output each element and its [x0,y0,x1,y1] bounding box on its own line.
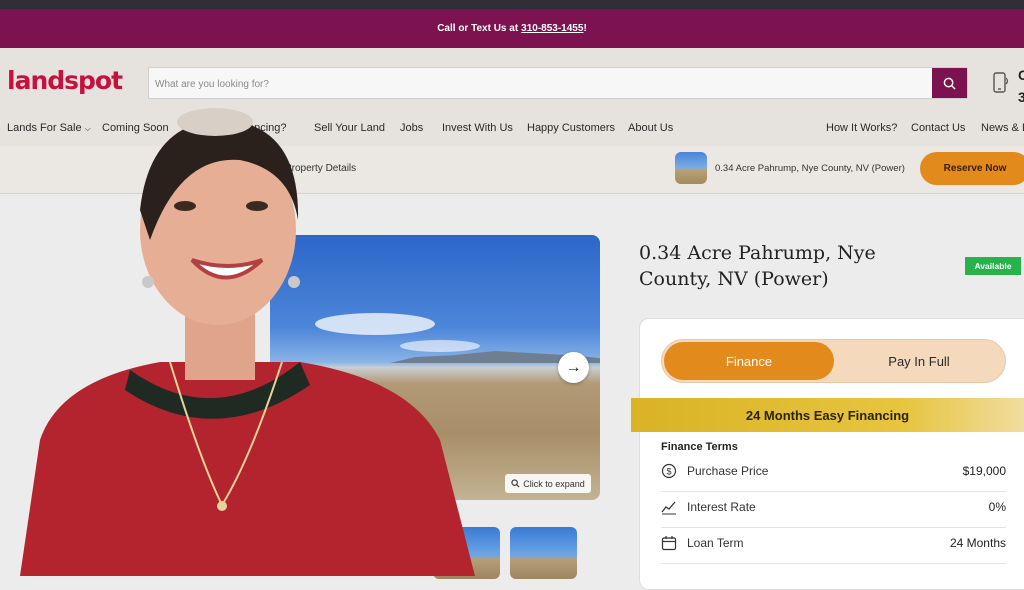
term-label: Purchase Price [687,464,769,478]
tab-finance[interactable]: Finance [664,342,834,380]
nav-contact-us[interactable]: Contact Us [911,122,965,134]
phone-icon[interactable] [992,72,1010,94]
promo-text: Call or Text Us at [437,23,519,34]
browser-top-strip [0,0,1024,9]
calendar-icon [661,536,677,551]
header-contact-top: C [1018,67,1024,83]
property-short-title: 0.34 Acre Pahrump, Nye County, NV (Power… [715,163,905,174]
term-label: Interest Rate [687,500,756,514]
nav-news[interactable]: News & B [981,122,1024,134]
term-value: $19,000 [962,464,1006,478]
click-to-expand-button[interactable]: Click to expand [505,474,591,493]
zoom-icon [511,479,520,488]
reserve-now-button[interactable]: Reserve Now [920,152,1024,185]
nav-about-us[interactable]: About Us [628,122,673,134]
dollar-icon: $ [661,463,677,479]
property-title: 0.34 Acre Pahrump, Nye County, NV (Power… [639,242,876,290]
search-icon [943,77,956,90]
header-contact-bottom: 3 [1018,89,1024,105]
expand-label: Click to expand [523,478,585,489]
promo-phone-link[interactable]: 310-853-1455 [521,23,583,34]
status-badge: Available [965,257,1021,275]
search-bar [148,67,968,100]
header-contact-text: C3 [1018,64,1024,108]
promo-bar: Call or Text Us at 310-853-1455 ! [0,9,1024,48]
presenter-overlay [20,108,475,576]
tab-pay-in-full[interactable]: Pay In Full [834,342,1004,380]
term-row-purchase-price: $ Purchase Price $19,000 [661,456,1006,492]
search-input[interactable] [149,68,939,100]
next-image-button[interactable]: → [558,352,589,383]
arrow-right-icon: → [565,358,582,376]
nav-happy-customers[interactable]: Happy Customers [527,122,615,134]
term-value: 24 Months [949,536,1006,550]
finance-terms-heading: Finance Terms [661,441,738,453]
term-label: Loan Term [687,536,744,550]
term-row-interest-rate: Interest Rate 0% [661,492,1006,528]
financing-banner: 24 Months Easy Financing [631,398,1024,432]
promo-suffix: ! [583,23,587,34]
nav-how-it-works[interactable]: How It Works? [826,122,897,134]
search-button[interactable] [932,68,967,98]
term-value: 0% [988,500,1006,514]
chart-icon [661,501,676,515]
gallery-thumbnail[interactable] [510,527,577,579]
property-thumbnail [675,152,707,184]
term-row-loan-term: Loan Term 24 Months [661,528,1006,564]
svg-text:$: $ [666,467,671,477]
site-logo[interactable]: landspot [7,66,123,95]
